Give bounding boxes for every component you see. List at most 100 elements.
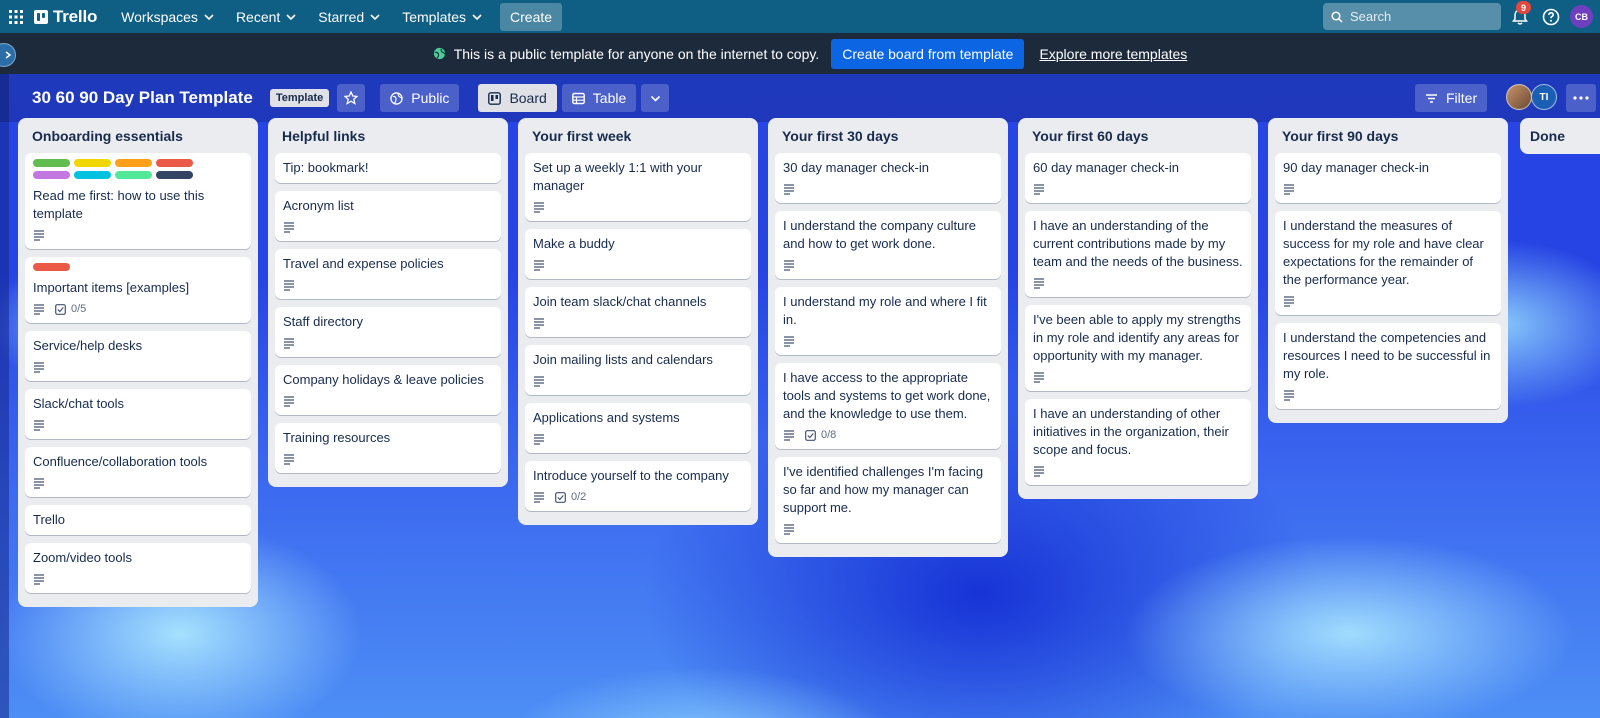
chevron-right-icon	[5, 51, 12, 59]
templates-menu[interactable]: Templates	[392, 3, 492, 31]
card[interactable]: Company holidays & leave policies	[275, 365, 501, 415]
card[interactable]: Join team slack/chat channels	[525, 287, 751, 337]
card[interactable]: I understand the company culture and how…	[775, 211, 1001, 279]
member-avatar[interactable]: TI	[1531, 84, 1557, 110]
list-title[interactable]: Done	[1520, 118, 1600, 153]
board-title[interactable]: 30 60 90 Day Plan Template	[32, 88, 253, 108]
description-icon	[1034, 278, 1044, 289]
checklist-badge: 0/2	[555, 488, 586, 506]
checklist-count: 0/5	[71, 303, 87, 315]
label-yellow[interactable]	[74, 159, 111, 167]
user-avatar[interactable]: CB	[1570, 5, 1593, 28]
member-avatar-photo[interactable]	[1506, 84, 1532, 110]
list-title[interactable]: Helpful links	[275, 118, 501, 153]
view-board-label: Board	[509, 90, 547, 106]
help-icon[interactable]	[1541, 7, 1561, 27]
view-table-tab[interactable]: Table	[561, 84, 637, 112]
card-badges	[533, 257, 743, 273]
more-horizontal-icon	[1573, 96, 1589, 100]
description-icon	[1034, 184, 1044, 195]
visibility-button[interactable]: Public	[380, 84, 460, 112]
card[interactable]: Slack/chat tools	[25, 389, 251, 439]
list-title[interactable]: Your first 60 days	[1025, 118, 1251, 153]
card[interactable]: Trello	[25, 505, 251, 535]
card[interactable]: I understand my role and where I fit in.	[775, 287, 1001, 355]
description-icon	[34, 304, 44, 315]
label-black[interactable]	[156, 171, 193, 179]
top-nav: Trello Workspaces Recent Starred Templat…	[0, 0, 1600, 33]
card[interactable]: I've been able to apply my strengths in …	[1025, 305, 1251, 391]
starred-label: Starred	[318, 8, 365, 25]
description-icon	[284, 280, 294, 291]
card[interactable]: Training resources	[275, 423, 501, 473]
card[interactable]: 90 day manager check-in	[1275, 153, 1501, 203]
card[interactable]: Join mailing lists and calendars	[525, 345, 751, 395]
card[interactable]: I understand the competencies and resour…	[1275, 323, 1501, 409]
card[interactable]: Tip: bookmark!	[275, 153, 501, 183]
search-box[interactable]	[1323, 3, 1501, 30]
card-title: Staff directory	[283, 314, 363, 329]
workspaces-menu[interactable]: Workspaces	[111, 3, 224, 31]
visibility-label: Public	[411, 90, 450, 106]
label-lime[interactable]	[115, 171, 152, 179]
card[interactable]: 30 day manager check-in	[775, 153, 1001, 203]
app-switcher-icon[interactable]	[4, 5, 28, 29]
card[interactable]: Set up a weekly 1:1 with your manager	[525, 153, 751, 221]
card-title: Make a buddy	[533, 236, 615, 251]
list-title[interactable]: Your first 90 days	[1275, 118, 1501, 153]
search-input[interactable]	[1350, 9, 1490, 24]
list-title[interactable]: Your first week	[525, 118, 751, 153]
card[interactable]: Applications and systems	[525, 403, 751, 453]
create-button[interactable]: Create	[500, 2, 563, 31]
list-your-first-30-days: Your first 30 days 30 day manager check-…	[768, 118, 1008, 557]
card[interactable]: Service/help desks	[25, 331, 251, 381]
card-badges	[783, 257, 993, 273]
card[interactable]: Important items [examples] 0/5	[25, 257, 251, 323]
card[interactable]: Read me first: how to use this template	[25, 153, 251, 249]
card[interactable]: 60 day manager check-in	[1025, 153, 1251, 203]
card[interactable]: I have an understanding of the current c…	[1025, 211, 1251, 297]
view-board-tab[interactable]: Board	[478, 84, 557, 112]
board-menu-button[interactable]	[1566, 84, 1596, 112]
card[interactable]: Acronym list	[275, 191, 501, 241]
explore-templates-link[interactable]: Explore more templates	[1039, 46, 1187, 62]
starred-menu[interactable]: Starred	[308, 3, 390, 31]
description-icon	[784, 184, 794, 195]
card[interactable]: I have an understanding of other initiat…	[1025, 399, 1251, 485]
label-sky[interactable]	[74, 171, 111, 179]
label-orange[interactable]	[115, 159, 152, 167]
label-purple[interactable]	[33, 171, 70, 179]
card-badges	[1283, 181, 1493, 197]
star-board-button[interactable]	[337, 84, 366, 112]
chevron-down-icon	[286, 13, 296, 20]
label-green[interactable]	[33, 159, 70, 167]
template-banner: This is a public template for anyone on …	[0, 33, 1600, 74]
filter-button[interactable]: Filter	[1415, 84, 1488, 112]
card[interactable]: Introduce yourself to the company 0/2	[525, 461, 751, 511]
card-badges	[783, 333, 993, 349]
card[interactable]: I've identified challenges I'm facing so…	[775, 457, 1001, 543]
recent-label: Recent	[235, 8, 281, 25]
recent-menu[interactable]: Recent	[226, 3, 306, 31]
description-icon	[1034, 372, 1044, 383]
list-done: Done	[1520, 118, 1600, 154]
card[interactable]: Staff directory	[275, 307, 501, 357]
list-title[interactable]: Onboarding essentials	[25, 118, 251, 153]
description-icon	[784, 336, 794, 347]
description-icon	[34, 362, 44, 373]
create-board-from-template-button[interactable]: Create board from template	[831, 38, 1025, 69]
label-red[interactable]	[33, 263, 70, 271]
card[interactable]: Make a buddy	[525, 229, 751, 279]
more-views-button[interactable]	[641, 84, 670, 112]
card[interactable]: Travel and expense policies	[275, 249, 501, 299]
card[interactable]: I have access to the appropriate tools a…	[775, 363, 1001, 449]
card[interactable]: I understand the measures of success for…	[1275, 211, 1501, 315]
card-title: Company holidays & leave policies	[283, 372, 484, 387]
card[interactable]: Confluence/collaboration tools	[25, 447, 251, 497]
trello-logo[interactable]: Trello	[34, 7, 97, 27]
list-your-first-90-days: Your first 90 days 90 day manager check-…	[1268, 118, 1508, 423]
card-badges	[1283, 293, 1493, 309]
list-title[interactable]: Your first 30 days	[775, 118, 1001, 153]
label-red[interactable]	[156, 159, 193, 167]
card[interactable]: Zoom/video tools	[25, 543, 251, 593]
